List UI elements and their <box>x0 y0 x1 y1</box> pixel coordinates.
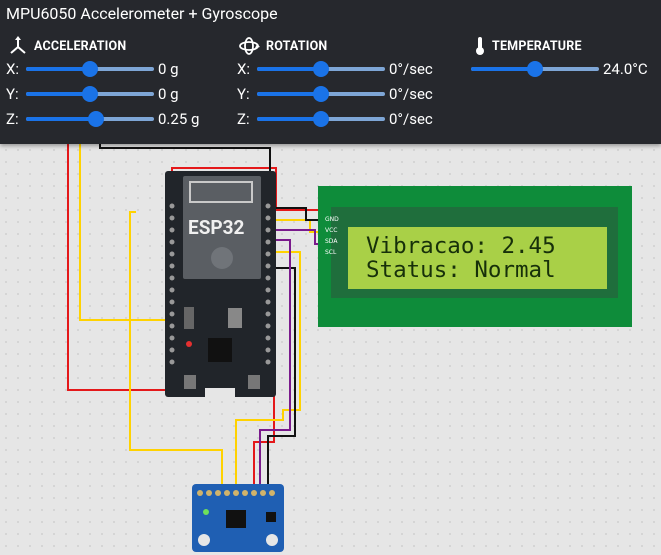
rotation-heading: ROTATION <box>238 36 327 56</box>
lcd-pin-gnd: GND <box>325 216 339 223</box>
rot-z-row: Z: 0°/sec <box>237 110 433 128</box>
lcd-pin-vcc: VCC <box>325 227 338 234</box>
accel-y-label: Y: <box>6 85 19 103</box>
panel-title: MPU6050 Accelerometer + Gyroscope <box>6 4 278 23</box>
lcd-line-1: Vibracao: 2.45 <box>366 233 556 259</box>
temperature-heading: TEMPERATURE <box>474 36 582 56</box>
temperature-row: 24.0°C <box>471 60 648 78</box>
esp32-board[interactable] <box>165 171 276 400</box>
rotation-heading-label: ROTATION <box>266 38 328 54</box>
accel-z-slider[interactable] <box>26 111 154 127</box>
rot-y-slider-knob[interactable] <box>313 86 329 102</box>
temperature-slider-knob[interactable] <box>527 61 543 77</box>
accel-x-label: X: <box>6 60 20 78</box>
lcd-line-2: Status: Normal <box>366 257 556 283</box>
accel-z-row: Z: 0.25 g <box>6 110 199 128</box>
accel-z-slider-knob[interactable] <box>88 111 105 127</box>
lcd-pin-labels: GND VCC SDA SCL <box>325 214 339 258</box>
accel-y-row: Y: 0 g <box>6 85 179 103</box>
rot-z-slider[interactable] <box>257 111 385 127</box>
accel-y-slider[interactable] <box>26 86 154 102</box>
accel-y-value: 0 g <box>158 85 179 103</box>
accel-z-value: 0.25 g <box>158 110 200 128</box>
temperature-value: 24.0°C <box>603 60 648 78</box>
rot-x-value: 0°/sec <box>389 60 433 78</box>
lcd-pin-sda: SDA <box>325 238 338 245</box>
acceleration-heading-label: ACCELERATION <box>34 38 127 54</box>
rot-z-slider-knob[interactable] <box>313 111 329 127</box>
temperature-slider[interactable] <box>471 61 599 77</box>
accel-z-label: Z: <box>6 110 19 128</box>
accel-x-slider[interactable] <box>26 61 154 77</box>
temperature-heading-label: TEMPERATURE <box>492 38 582 54</box>
rot-y-label: Y: <box>237 85 250 103</box>
accel-x-row: X: 0 g <box>6 60 179 78</box>
rot-x-slider[interactable] <box>257 61 385 77</box>
rot-z-label: Z: <box>237 110 250 128</box>
accel-y-slider-knob[interactable] <box>82 86 98 102</box>
rot-y-slider[interactable] <box>257 86 385 102</box>
rot-x-slider-knob[interactable] <box>313 61 329 77</box>
rot-x-row: X: 0°/sec <box>237 60 433 78</box>
mpu6050-board[interactable] <box>192 484 284 552</box>
rot-y-row: Y: 0°/sec <box>237 85 433 103</box>
accel-x-value: 0 g <box>158 60 179 78</box>
esp32-label: ESP32 <box>188 216 245 239</box>
rot-x-label: X: <box>237 60 251 78</box>
accel-x-slider-knob[interactable] <box>82 61 98 77</box>
rot-z-value: 0°/sec <box>389 110 433 128</box>
acceleration-heading: ACCELERATION <box>8 36 126 56</box>
rotate-3d-icon <box>239 37 260 55</box>
lcd-pin-scl: SCL <box>325 249 337 256</box>
sensor-control-panel: MPU6050 Accelerometer + Gyroscope ACCELE… <box>0 0 661 144</box>
thermometer-icon <box>476 37 484 55</box>
rot-y-value: 0°/sec <box>389 85 433 103</box>
axes-icon <box>10 36 26 54</box>
